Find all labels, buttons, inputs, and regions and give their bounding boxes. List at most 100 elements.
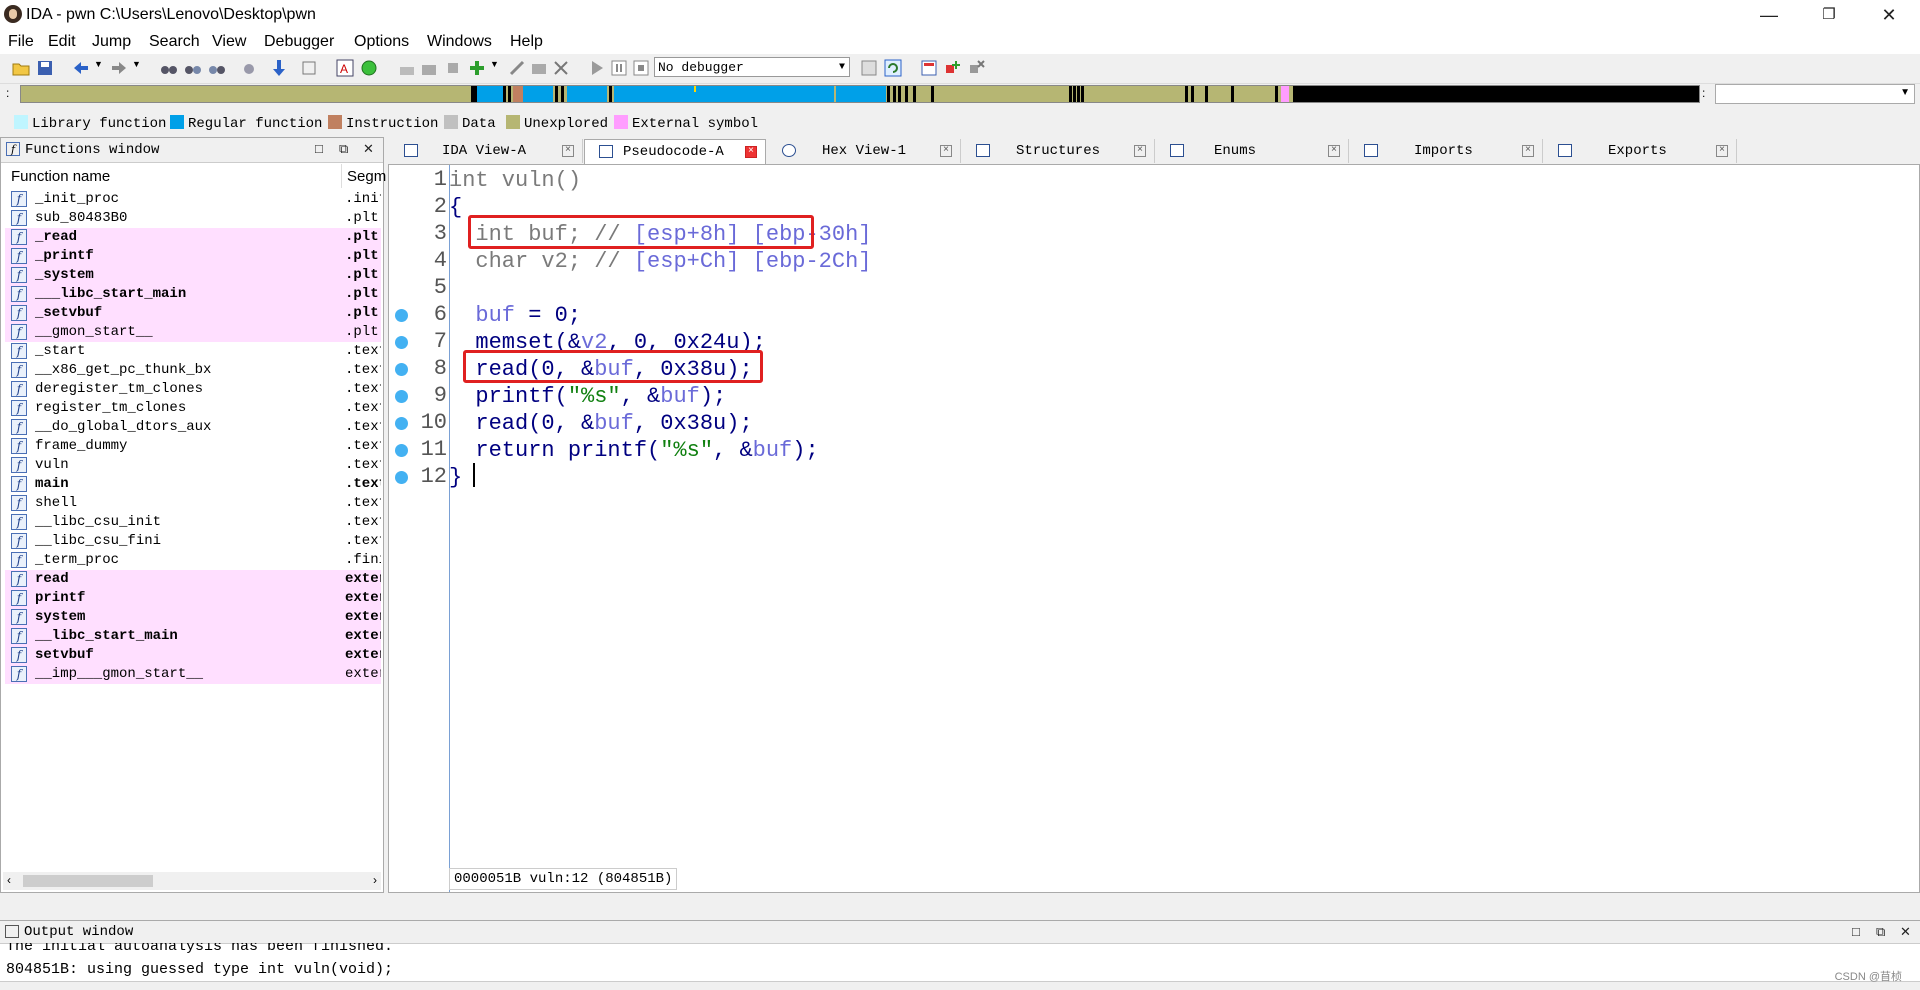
graph-icon[interactable]: [398, 59, 416, 77]
function-row[interactable]: f __libc_csu_fini .text: [5, 532, 381, 551]
function-row[interactable]: f __imp___gmon_start__ exter: [5, 665, 381, 684]
scrollbar-thumb[interactable]: [23, 875, 153, 887]
close-tab-icon[interactable]: ×: [745, 146, 757, 158]
minimize-button[interactable]: —: [1746, 0, 1792, 30]
close-tab-icon[interactable]: ×: [1328, 145, 1340, 157]
breakpoint-dot-icon[interactable]: [395, 336, 408, 349]
column-header-segment[interactable]: Segm: [347, 168, 386, 185]
code-line[interactable]: printf("%s", &buf);: [449, 383, 726, 410]
function-row[interactable]: f _start .text: [5, 342, 381, 361]
float-pane-icon[interactable]: ⧉: [339, 141, 348, 157]
close-tab-icon[interactable]: ×: [940, 145, 952, 157]
function-row[interactable]: f _init_proc .init: [5, 190, 381, 209]
function-row[interactable]: f frame_dummy .text: [5, 437, 381, 456]
code-line[interactable]: }: [449, 464, 462, 491]
debugger-select[interactable]: No debugger ▼: [654, 57, 850, 77]
add-breakpoint-icon[interactable]: [944, 59, 962, 77]
remove-breakpoint-icon[interactable]: [968, 59, 986, 77]
function-row[interactable]: f ___libc_start_main .plt: [5, 285, 381, 304]
binoculars-icon[interactable]: [160, 59, 178, 77]
breakpoint-dot-icon[interactable]: [395, 390, 408, 403]
plus-dropdown-icon[interactable]: ▼: [490, 59, 508, 77]
function-row[interactable]: f _term_proc .fini: [5, 551, 381, 570]
close-tab-icon[interactable]: ×: [1522, 145, 1534, 157]
breakpoint-dot-icon[interactable]: [395, 309, 408, 322]
close-tab-icon[interactable]: ×: [1134, 145, 1146, 157]
text-a-icon[interactable]: A: [336, 59, 354, 77]
function-row[interactable]: f __x86_get_pc_thunk_bx .text: [5, 361, 381, 380]
restore-button[interactable]: ❐: [1806, 0, 1852, 30]
segment-combo[interactable]: ▼: [1715, 84, 1915, 104]
proximity-icon[interactable]: [444, 59, 462, 77]
struct-offset-icon[interactable]: [300, 59, 318, 77]
function-row[interactable]: fshell .text: [5, 494, 381, 513]
function-row[interactable]: f __libc_start_main exter: [5, 627, 381, 646]
menu-windows[interactable]: Windows: [427, 33, 492, 51]
green-circle-icon[interactable]: [360, 59, 378, 77]
menu-edit[interactable]: Edit: [48, 33, 76, 51]
menu-file[interactable]: File: [8, 33, 34, 51]
tab-ida-view-a[interactable]: IDA View-A ×: [390, 139, 583, 163]
function-row[interactable]: f sub_80483B0 .plt: [5, 209, 381, 228]
menu-options[interactable]: Options: [354, 33, 409, 51]
breakpoint-dot-icon[interactable]: [395, 471, 408, 484]
binoculars-next-icon[interactable]: [240, 59, 258, 77]
function-row[interactable]: f __gmon_start__ .plt.: [5, 323, 381, 342]
function-row[interactable]: f deregister_tm_clones .text: [5, 380, 381, 399]
breakpoint-list-icon[interactable]: [920, 59, 938, 77]
stop-icon[interactable]: [632, 59, 650, 77]
float-pane-icon[interactable]: ⧉: [1876, 924, 1885, 940]
tab-pseudocode-a[interactable]: Pseudocode-A ×: [584, 139, 766, 164]
line-gutter[interactable]: 1 2 3 4 5 6 7 8 9 10 11 12: [389, 165, 449, 892]
horizontal-scrollbar[interactable]: ‹ ›: [3, 872, 381, 890]
code-line[interactable]: buf = 0;: [449, 302, 581, 329]
step-into-icon[interactable]: [860, 59, 878, 77]
code-line[interactable]: return printf("%s", &buf);: [449, 437, 818, 464]
breakpoint-dot-icon[interactable]: [395, 417, 408, 430]
play-icon[interactable]: [588, 59, 606, 77]
pause-icon[interactable]: [610, 59, 628, 77]
refresh-icon[interactable]: [884, 59, 902, 77]
function-row[interactable]: fvuln .text: [5, 456, 381, 475]
function-row[interactable]: f setvbuf exter: [5, 646, 381, 665]
maximize-pane-icon[interactable]: □: [1852, 924, 1860, 939]
tab-imports[interactable]: Imports ×: [1350, 139, 1543, 163]
disk-icon[interactable]: [530, 59, 548, 77]
menu-debugger[interactable]: Debugger: [264, 33, 334, 51]
breakpoint-dot-icon[interactable]: [395, 444, 408, 457]
menu-search[interactable]: Search: [149, 33, 200, 51]
output-scrollbar[interactable]: [0, 981, 1920, 990]
function-row[interactable]: fread exter: [5, 570, 381, 589]
save-icon[interactable]: [36, 59, 54, 77]
open-folder-icon[interactable]: [12, 59, 30, 77]
function-row[interactable]: f _read .plt: [5, 228, 381, 247]
breakpoint-dot-icon[interactable]: [395, 363, 408, 376]
forward-arrow-icon[interactable]: [110, 59, 128, 77]
scroll-right-icon[interactable]: ›: [373, 873, 377, 887]
code-line[interactable]: read(0, &buf, 0x38u);: [449, 410, 752, 437]
function-row[interactable]: fmain .text: [5, 475, 381, 494]
menu-jump[interactable]: Jump: [92, 33, 131, 51]
tab-exports[interactable]: Exports ×: [1544, 139, 1737, 163]
function-row[interactable]: f _printf .plt: [5, 247, 381, 266]
close-pane-icon[interactable]: ✕: [1900, 924, 1911, 940]
close-button[interactable]: ✕: [1866, 0, 1912, 30]
close-tab-icon[interactable]: ×: [1716, 145, 1728, 157]
search-binary-icon[interactable]: [208, 59, 226, 77]
menu-view[interactable]: View: [212, 33, 246, 51]
tab-structures[interactable]: Structures ×: [962, 139, 1155, 163]
back-arrow-icon[interactable]: [72, 59, 90, 77]
function-row[interactable]: f _setvbuf .plt: [5, 304, 381, 323]
code-line[interactable]: char v2; // [esp+Ch] [ebp-2Ch]: [449, 248, 871, 275]
code-line[interactable]: {: [449, 194, 462, 221]
menu-help[interactable]: Help: [510, 33, 543, 51]
function-row[interactable]: f _system .plt: [5, 266, 381, 285]
plus-green-icon[interactable]: [468, 59, 486, 77]
column-header-function-name[interactable]: Function name: [11, 168, 110, 185]
jump-down-arrow-icon[interactable]: [270, 59, 288, 77]
pseudocode-pane[interactable]: 1 2 3 4 5 6 7 8 9 10 11 12 int vuln(){ int buf; // …: [388, 164, 1920, 893]
code-line[interactable]: int vuln(): [449, 167, 581, 194]
function-row[interactable]: fsystem exter: [5, 608, 381, 627]
tab-enums[interactable]: Enums ×: [1156, 139, 1349, 163]
function-row[interactable]: fprintf exter: [5, 589, 381, 608]
